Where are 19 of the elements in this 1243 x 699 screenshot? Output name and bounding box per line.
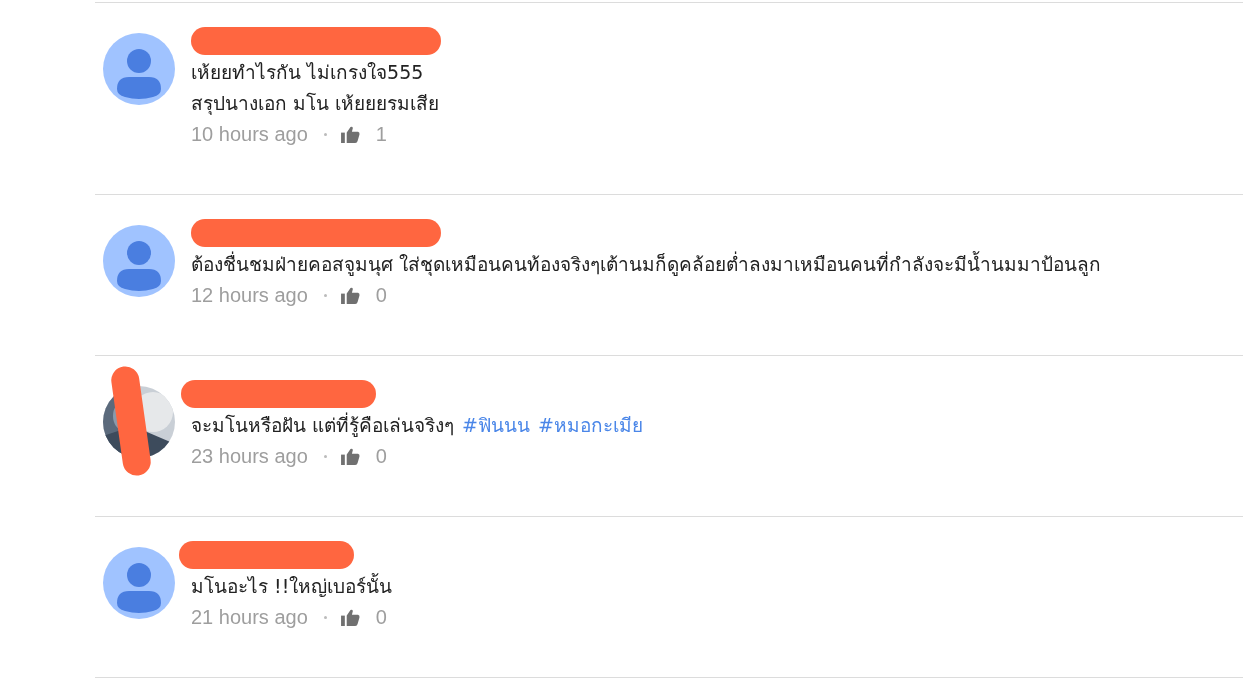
thumbs-up-icon[interactable]	[340, 609, 360, 626]
comment-text: เห้ยยทำไรกัน ไม่เกรงใจ555	[191, 61, 424, 83]
timestamp: 21 hours ago	[191, 606, 308, 629]
like-count: 0	[375, 445, 387, 468]
timestamp: 23 hours ago	[191, 445, 308, 468]
comment-text: มโนอะไร !!ใหญ่เบอร์นั้น	[191, 575, 393, 597]
thumbs-up-icon[interactable]	[340, 287, 360, 304]
comment-text: ต้องชื่นชมฝ่ายคอสจูมนุศ ใส่ชุดเหมือนคนท้องจริงๆเต้านมก็ดูคล้อยต่ำลงมาเหมือนคนที่กำลังจะมีน้ำนมมาป้อนลูก	[191, 253, 1102, 275]
timestamp: 10 hours ago	[191, 123, 308, 146]
like-count: 0	[375, 284, 387, 307]
hashtag-link[interactable]: #หมอกะเมีย	[537, 414, 643, 436]
thumbs-up-icon[interactable]	[340, 448, 360, 465]
comment-text: สรุปนางเอก มโน เห้ยยยรมเสีย	[191, 92, 440, 114]
hashtag-link[interactable]: #ฟินนน	[462, 414, 530, 436]
thumbs-up-icon[interactable]	[340, 126, 360, 143]
comment-text: จะมโนหรือฝัน แต่ที่รู้คือเล่นจริงๆ	[191, 414, 455, 436]
like-count: 0	[375, 606, 387, 629]
like-count: 1	[375, 123, 387, 146]
timestamp: 12 hours ago	[191, 284, 308, 307]
